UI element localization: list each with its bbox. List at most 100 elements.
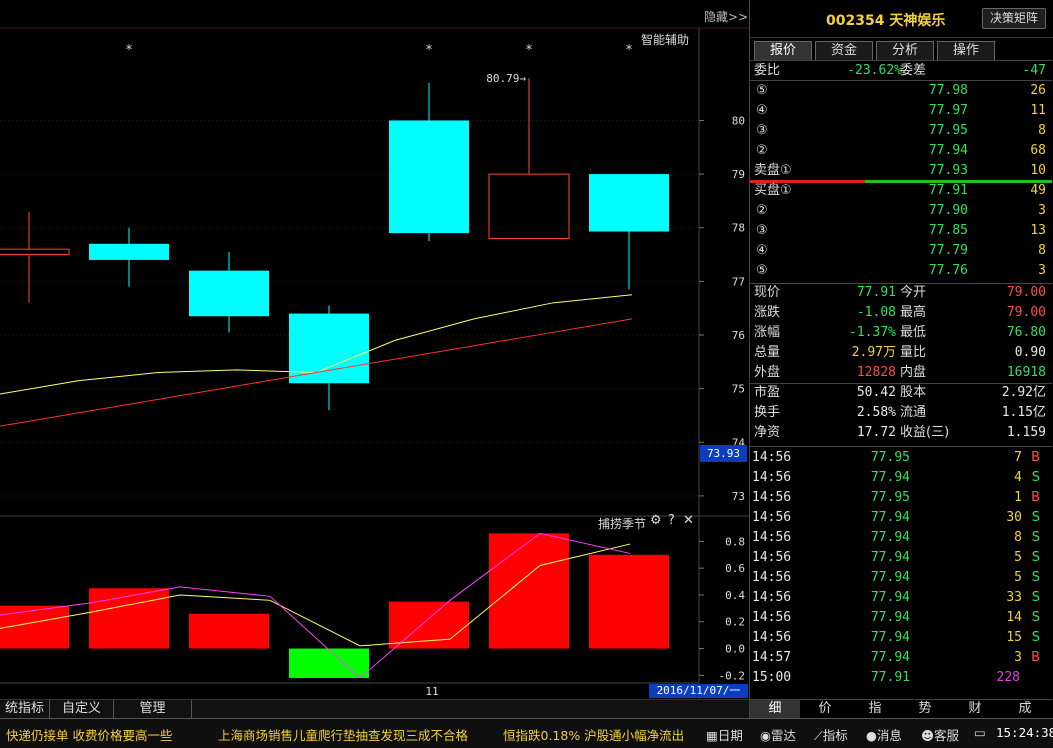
sell-level-row: ⑤ 77.98 26 bbox=[750, 81, 1052, 101]
tick-price: 77.94 bbox=[870, 590, 910, 605]
level-price: 77.79 bbox=[928, 243, 968, 258]
quote-value: -1.37% bbox=[849, 325, 896, 340]
tick-row: 14:56 77.94 4 S bbox=[750, 468, 1052, 488]
quote-label: 总量 bbox=[754, 345, 781, 360]
level-price: 77.76 bbox=[928, 263, 968, 278]
message-button[interactable]: ●消息 bbox=[866, 725, 902, 744]
indicator-bar bbox=[589, 554, 669, 649]
candle-body bbox=[488, 173, 570, 239]
radar-icon: ◉ bbox=[760, 728, 771, 743]
y-tick-label: -0.2 bbox=[719, 669, 746, 682]
tick-time: 14:56 bbox=[752, 470, 792, 485]
buy-level-row: ③ 77.85 13 bbox=[750, 221, 1052, 241]
tab-price[interactable]: 价 bbox=[800, 700, 850, 719]
quote-value: 79.00 bbox=[1006, 285, 1046, 300]
chat-icon: ● bbox=[866, 728, 877, 743]
tick-time: 14:56 bbox=[752, 530, 792, 545]
tab-quote[interactable]: 报价 bbox=[754, 41, 812, 60]
tab-custom[interactable]: 自定义 bbox=[50, 700, 114, 719]
quote-label: 最低 bbox=[900, 325, 927, 340]
close-icon[interactable]: ✕ bbox=[683, 513, 694, 528]
indicator-bar bbox=[489, 533, 569, 649]
tick-volume: 5 bbox=[1014, 570, 1022, 585]
signal-star: * bbox=[126, 43, 133, 58]
tick-time: 14:56 bbox=[752, 490, 792, 505]
date-button[interactable]: ▦日期 bbox=[706, 725, 743, 744]
candle-body bbox=[189, 270, 269, 317]
level-volume: 68 bbox=[1030, 143, 1046, 158]
quote-header: 002354 天神娱乐 决策矩阵 bbox=[750, 0, 1053, 38]
smart-aid-label[interactable]: 智能辅助 bbox=[641, 31, 689, 48]
indicator-bar bbox=[189, 613, 269, 649]
tick-row: 14:56 77.94 15 S bbox=[750, 628, 1052, 648]
tab-detail[interactable]: 细 bbox=[750, 700, 800, 719]
indicator-bar bbox=[289, 648, 369, 678]
fundamental-value: 1.159 bbox=[1006, 425, 1046, 440]
kline-chart[interactable]: 737475767778798011* * * *80.79→0.80.60.40.2… bbox=[0, 0, 749, 700]
tick-row: 14:56 77.94 30 S bbox=[750, 508, 1052, 528]
decision-matrix-button[interactable]: 决策矩阵 bbox=[982, 8, 1046, 29]
quote-panel: 002354 天神娱乐 决策矩阵 报价 资金 分析 操作 委比 -23.62% … bbox=[749, 0, 1053, 719]
level-label: ④ bbox=[756, 103, 768, 118]
indicator-bar bbox=[0, 605, 69, 649]
gear-icon[interactable]: ⚙ bbox=[650, 513, 662, 528]
buy-level-row: ② 77.90 3 bbox=[750, 201, 1052, 221]
left-bottom-tabs: 统指标 自定义 管理 bbox=[0, 699, 749, 719]
sell-level-row: ③ 77.95 8 bbox=[750, 121, 1052, 141]
tab-funds[interactable]: 资金 bbox=[815, 41, 873, 60]
tab-trend[interactable]: 势 bbox=[900, 700, 950, 719]
tick-time: 15:00 bbox=[752, 670, 792, 685]
news-ticker-2[interactable]: 上海商场销售儿童爬行垫抽查发现三成不合格 bbox=[218, 725, 468, 744]
tick-price: 77.95 bbox=[870, 490, 910, 505]
tick-side: S bbox=[1031, 590, 1040, 605]
level-volume: 26 bbox=[1030, 83, 1046, 98]
news-ticker-1[interactable]: 快递仍接单 收费价格要高一些 bbox=[6, 725, 172, 744]
level-price: 77.85 bbox=[928, 223, 968, 238]
y-tick-label: 78 bbox=[732, 222, 745, 235]
fundamental-label: 市盈 bbox=[754, 385, 781, 400]
level-price: 77.97 bbox=[928, 103, 968, 118]
y-tick-label: 77 bbox=[732, 275, 745, 288]
tick-price: 77.94 bbox=[870, 530, 910, 545]
level-label: ② bbox=[756, 143, 768, 158]
current-price-marker: 73.93 bbox=[700, 445, 747, 462]
tab-analysis[interactable]: 分析 bbox=[876, 41, 934, 60]
tab-index[interactable]: 指 bbox=[850, 700, 900, 719]
y-tick-label: 0.6 bbox=[725, 562, 745, 575]
tab-operation[interactable]: 操作 bbox=[937, 41, 995, 60]
quote-row: 总量 2.97万 量比 0.90 bbox=[750, 343, 1052, 363]
tick-time: 14:56 bbox=[752, 550, 792, 565]
tick-row: 14:56 77.95 1 B bbox=[750, 488, 1052, 508]
service-button[interactable]: ☻客服 bbox=[921, 725, 959, 744]
signal-star: * bbox=[426, 43, 433, 58]
tick-side: S bbox=[1031, 510, 1040, 525]
quote-row: 现价 77.91 今开 79.00 bbox=[750, 283, 1052, 303]
tick-price: 77.94 bbox=[870, 470, 910, 485]
quote-value: 76.80 bbox=[1006, 325, 1046, 340]
level-label: 买盘① bbox=[754, 183, 792, 198]
quote-label: 涨幅 bbox=[754, 325, 781, 340]
buy-level-row: ④ 77.79 8 bbox=[750, 241, 1052, 261]
tick-volume: 15 bbox=[1006, 630, 1022, 645]
quote-label: 今开 bbox=[900, 285, 927, 300]
index-news[interactable]: 恒指跌0.18% 沪股通小幅净流出 bbox=[503, 725, 684, 744]
tick-side: S bbox=[1031, 470, 1040, 485]
tab-finance[interactable]: 财 bbox=[950, 700, 1000, 719]
quote-label: 量比 bbox=[900, 345, 927, 360]
tab-volume[interactable]: 成 bbox=[1000, 700, 1050, 719]
radar-button[interactable]: ◉雷达 bbox=[760, 725, 796, 744]
quote-value: 0.90 bbox=[1014, 345, 1046, 360]
tab-manage[interactable]: 管理 bbox=[114, 700, 192, 719]
hide-panel-button[interactable]: 隐藏>> bbox=[704, 8, 748, 25]
fundamental-value: 1.15亿 bbox=[1001, 405, 1046, 420]
quote-label: 现价 bbox=[754, 285, 781, 300]
tick-side: S bbox=[1031, 570, 1040, 585]
tick-volume: 1 bbox=[1014, 490, 1022, 505]
tick-volume: 7 bbox=[1014, 450, 1022, 465]
tick-row: 14:56 77.94 5 S bbox=[750, 548, 1052, 568]
indicator-button[interactable]: ⟋指标 bbox=[814, 725, 848, 744]
help-icon[interactable]: ? bbox=[668, 513, 675, 528]
candle-body bbox=[89, 243, 169, 260]
tab-indicators[interactable]: 统指标 bbox=[0, 700, 50, 719]
tick-volume: 30 bbox=[1006, 510, 1022, 525]
